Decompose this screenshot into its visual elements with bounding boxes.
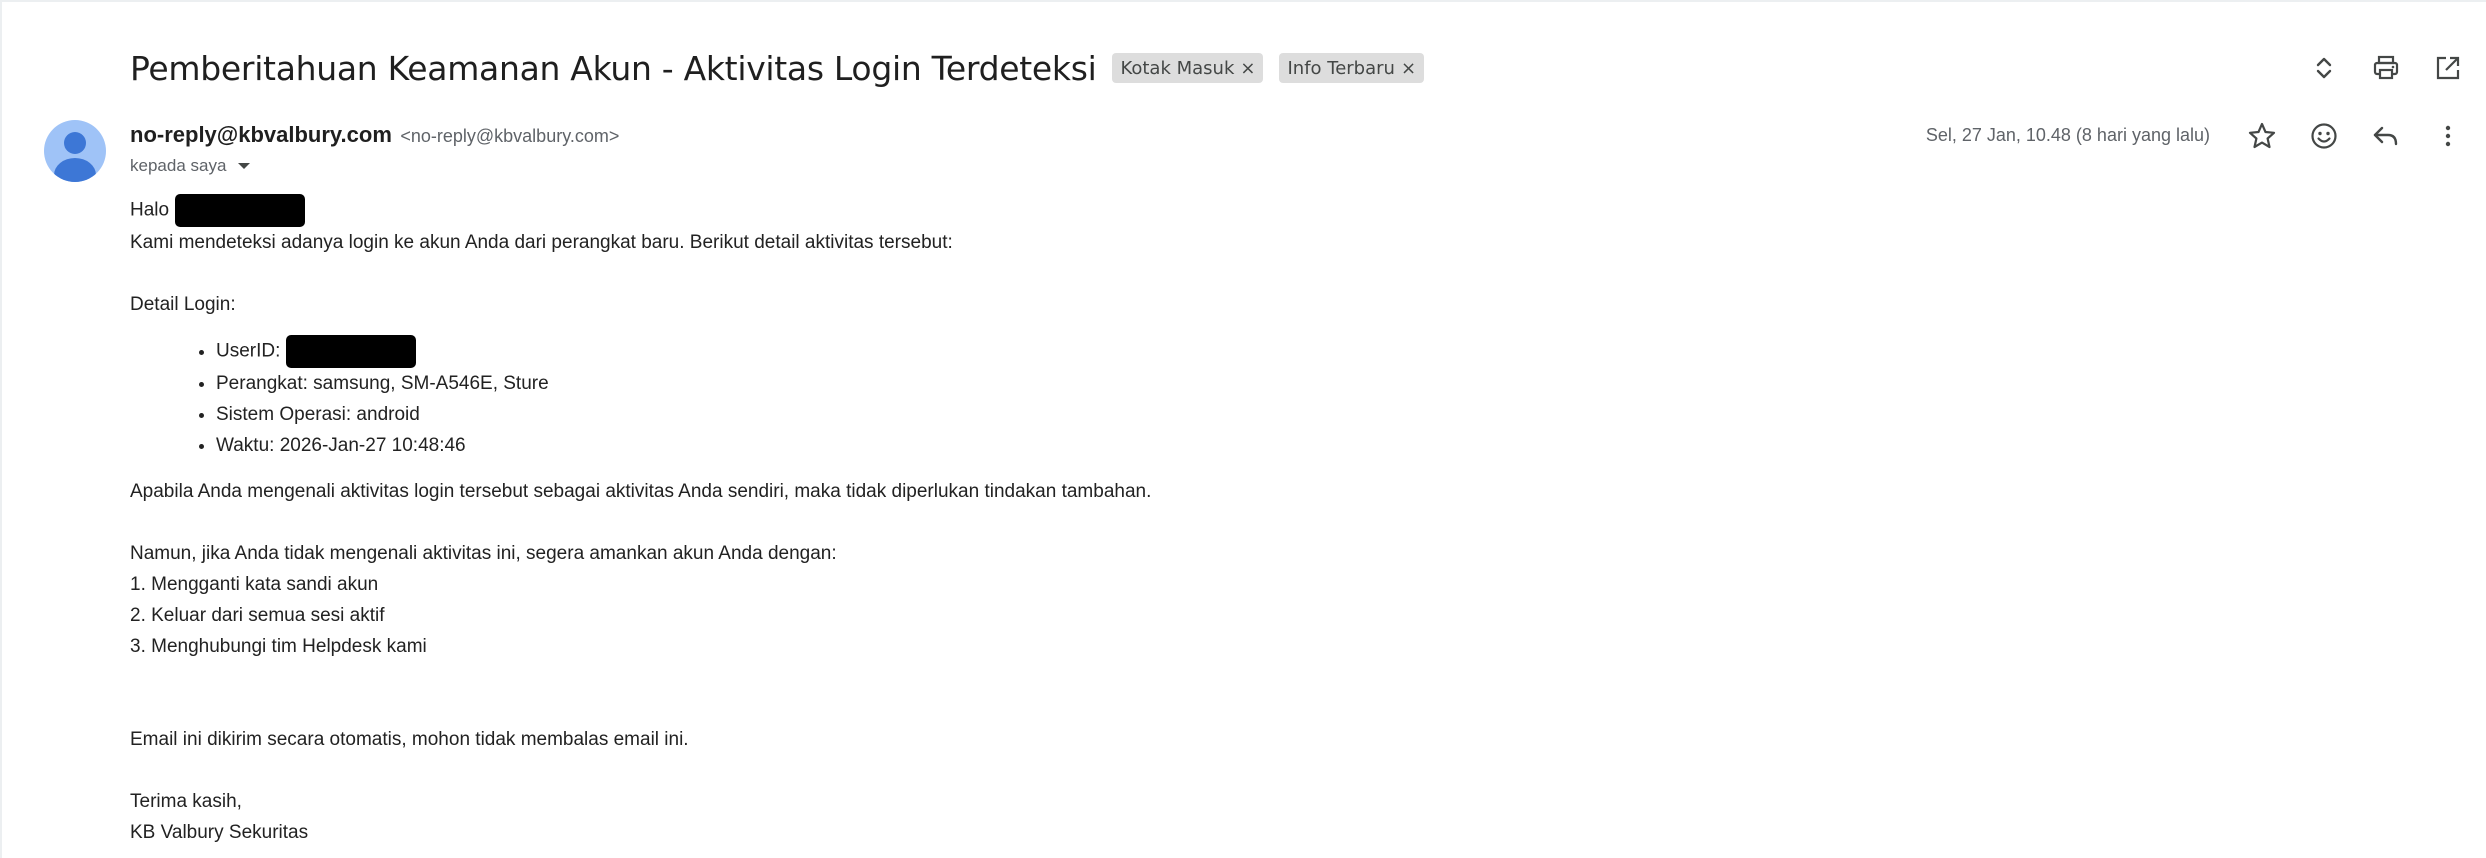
email-date: Sel, 27 Jan, 10.48 (8 hari yang lalu) <box>1925 125 2210 145</box>
email-subject: Pemberitahuan Keamanan Akun - Aktivitas … <box>130 48 1097 88</box>
expand-collapse-icon <box>2316 57 2332 79</box>
print-button[interactable] <box>2366 48 2406 88</box>
email-view: Pemberitahuan Keamanan Akun - Aktivitas … <box>0 0 2486 858</box>
thread-toolbar <box>2304 48 2468 88</box>
list-item: Sistem Operasi: android <box>216 399 2330 430</box>
chevron-down-icon[interactable] <box>238 163 251 169</box>
recipient-details-toggle[interactable]: kepada saya <box>130 156 251 176</box>
add-reaction-button[interactable] <box>2304 116 2344 156</box>
sender-avatar[interactable] <box>44 120 106 182</box>
emoji-icon <box>2311 123 2337 149</box>
step-item: 1. Mengganti kata sandi akun <box>130 574 379 595</box>
more-vert-icon <box>2445 125 2451 147</box>
label-chip-inbox[interactable]: Kotak Masuk × <box>1112 53 1264 83</box>
reply-button[interactable] <box>2366 116 2406 156</box>
auto-notice-text: Email ini dikirim secara otomatis, mohon… <box>130 729 689 750</box>
email-body: Halo Kami mendeteksi adanya login ke aku… <box>130 194 2330 848</box>
list-item: Waktu: 2026-Jan-27 10:48:46 <box>216 430 2330 461</box>
more-options-button[interactable] <box>2428 116 2468 156</box>
closing-text: Terima kasih, <box>130 791 242 812</box>
not-recognize-text: Namun, jika Anda tidak mengenali aktivit… <box>130 543 837 564</box>
recognize-text: Apabila Anda mengenali aktivitas login t… <box>130 481 1152 502</box>
signature-text: KB Valbury Sekuritas <box>130 822 309 843</box>
list-item: Perangkat: samsung, SM-A546E, Sture <box>216 368 2330 399</box>
sender-name[interactable]: no-reply@kbvalbury.com <box>130 122 392 147</box>
intro-text: Kami mendeteksi adanya login ke akun And… <box>130 232 953 253</box>
sender-line: no-reply@kbvalbury.com <no-reply@kbvalbu… <box>130 122 619 148</box>
star-button[interactable] <box>2242 116 2282 156</box>
label-chip-name: Info Terbaru <box>1287 57 1395 79</box>
remove-label-icon[interactable]: × <box>1240 58 1255 79</box>
remove-label-icon[interactable]: × <box>1401 58 1416 79</box>
greeting-line: Halo <box>130 194 2330 227</box>
redacted-recipient-name <box>175 194 306 227</box>
subject-row: Pemberitahuan Keamanan Akun - Aktivitas … <box>130 44 1425 92</box>
list-item: UserID: <box>216 335 2330 368</box>
step-item: 2. Keluar dari semua sesi aktif <box>130 605 385 626</box>
greeting-text: Halo <box>130 199 170 221</box>
open-in-new-window-icon <box>2436 56 2460 80</box>
label-chip-name: Kotak Masuk <box>1120 57 1235 79</box>
recipient-text: kepada saya <box>130 156 227 175</box>
details-heading: Detail Login: <box>130 294 236 315</box>
star-icon <box>2248 122 2276 149</box>
label-chip-updates[interactable]: Info Terbaru × <box>1279 53 1425 83</box>
redacted-userid <box>286 335 417 368</box>
print-icon <box>2373 55 2399 80</box>
userid-label: UserID: <box>216 340 281 362</box>
open-in-new-window-button[interactable] <box>2428 48 2468 88</box>
step-item: 3. Menghubungi tim Helpdesk kami <box>130 636 427 657</box>
login-details-list: UserID: Perangkat: samsung, SM-A546E, St… <box>130 335 2330 461</box>
sender-email: <no-reply@kbvalbury.com> <box>400 126 620 146</box>
message-actions <box>2242 116 2468 156</box>
reply-icon <box>2373 126 2398 146</box>
expand-all-button[interactable] <box>2304 48 2344 88</box>
avatar-head-shape <box>64 132 86 154</box>
avatar-body-shape <box>54 158 96 182</box>
